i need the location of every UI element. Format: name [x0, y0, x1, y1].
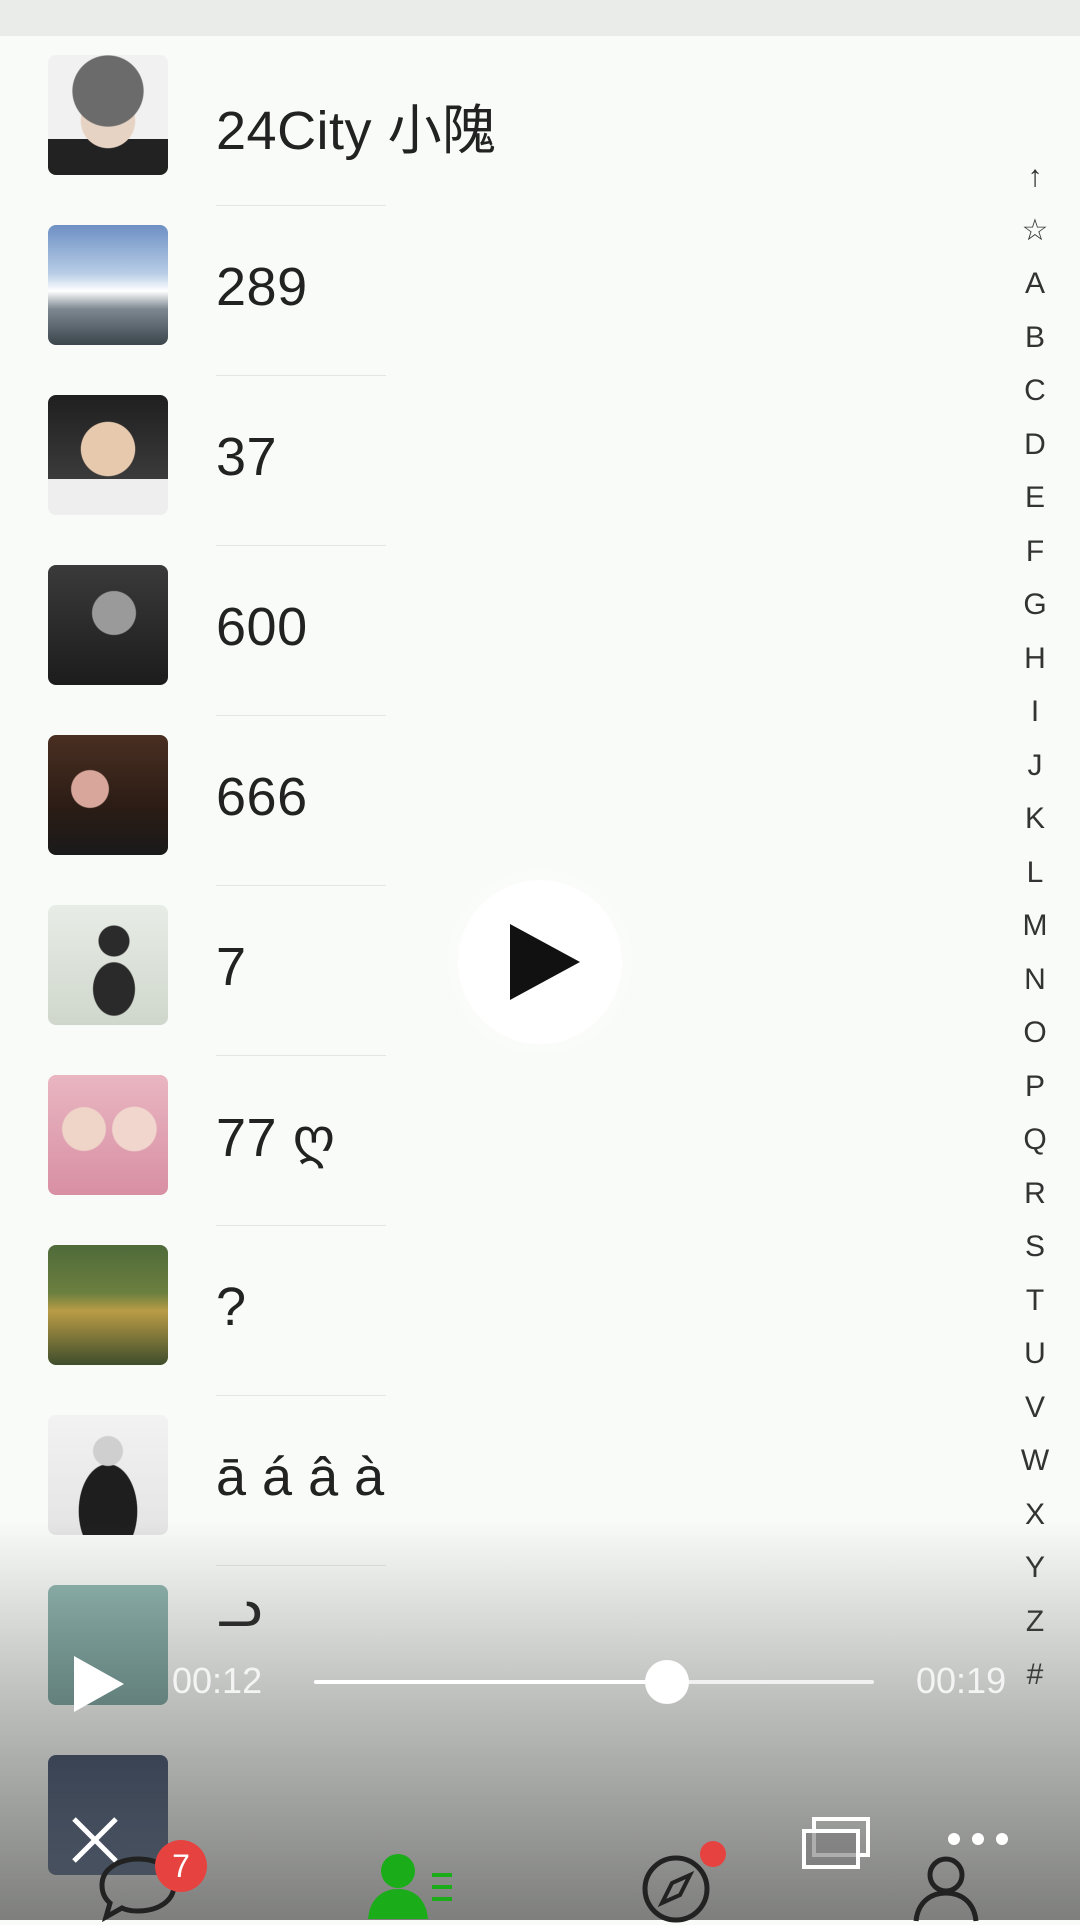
index-letter[interactable]: Q [1004, 1113, 1066, 1167]
avatar [48, 1245, 168, 1365]
avatar [48, 55, 168, 175]
index-letter[interactable]: P [1004, 1060, 1066, 1114]
play-icon [510, 924, 580, 1000]
index-letter[interactable]: C [1004, 364, 1066, 418]
index-letter[interactable]: O [1004, 1006, 1066, 1060]
index-letter[interactable]: R [1004, 1167, 1066, 1221]
window-icon[interactable] [800, 1815, 874, 1871]
index-letter[interactable]: G [1004, 578, 1066, 632]
me-icon[interactable] [910, 1853, 982, 1925]
contact-name: 37 [216, 427, 278, 487]
index-letter[interactable]: W [1004, 1434, 1066, 1488]
index-letter[interactable]: N [1004, 953, 1066, 1007]
notification-dot [700, 1841, 726, 1867]
index-letter[interactable]: F [1004, 525, 1066, 579]
index-letter[interactable]: Y [1004, 1541, 1066, 1595]
contact-name: 77 ღ [216, 1108, 336, 1168]
contact-name: 7 [216, 937, 247, 997]
contacts-icon[interactable] [366, 1851, 456, 1921]
avatar [48, 905, 168, 1025]
index-letter[interactable]: M [1004, 899, 1066, 953]
status-bar [0, 0, 1080, 36]
bottom-bar: 7 [0, 1815, 1080, 1923]
contact-row[interactable]: ? [0, 1226, 1010, 1396]
contact-name: 600 [216, 597, 308, 657]
contact-row[interactable]: 600 [0, 546, 1010, 716]
index-letter[interactable]: B [1004, 311, 1066, 365]
index-letter[interactable]: ☆ [1004, 204, 1066, 258]
index-letter[interactable]: ↑ [1004, 150, 1066, 204]
contact-row[interactable]: 289 [0, 206, 1010, 376]
index-letter[interactable]: U [1004, 1327, 1066, 1381]
contact-name: ᓗ [216, 1578, 263, 1638]
avatar [48, 225, 168, 345]
avatar [48, 565, 168, 685]
avatar [48, 395, 168, 515]
contact-name: 24City 小隗 [216, 101, 497, 161]
index-letter[interactable]: X [1004, 1488, 1066, 1542]
total-time: 00:19 [916, 1660, 1007, 1701]
discover-icon[interactable] [640, 1853, 712, 1925]
index-letter[interactable]: D [1004, 418, 1066, 472]
seek-handle[interactable] [644, 1660, 689, 1704]
index-letter[interactable]: E [1004, 471, 1066, 525]
index-letter[interactable]: L [1004, 846, 1066, 900]
seek-bar-progress [314, 1680, 667, 1684]
index-letter[interactable]: H [1004, 632, 1066, 686]
index-letter[interactable]: A [1004, 257, 1066, 311]
contact-row[interactable]: 37 [0, 376, 1010, 546]
avatar [48, 735, 168, 855]
contact-name: 666 [216, 767, 308, 827]
contact-name: ? [216, 1277, 247, 1337]
video-player-controls: 00:12 00:19 [0, 1640, 1080, 1730]
alphabet-index-bar[interactable]: ↑ ☆ A B C D E F G H I J K L M N O P Q R S T U V W X Y Z # [1004, 150, 1066, 1702]
avatar [48, 1075, 168, 1195]
index-letter[interactable]: K [1004, 792, 1066, 846]
video-play-button[interactable] [458, 880, 622, 1044]
more-icon[interactable] [946, 1831, 1010, 1847]
index-letter[interactable]: V [1004, 1381, 1066, 1435]
contact-name: ā á â à [216, 1447, 385, 1507]
contact-row[interactable]: 666 [0, 716, 1010, 886]
index-letter[interactable]: T [1004, 1274, 1066, 1328]
contact-row[interactable]: 77 ღ [0, 1056, 1010, 1226]
seek-bar[interactable] [314, 1660, 874, 1704]
unread-badge: 7 [155, 1840, 207, 1892]
current-time: 00:12 [172, 1660, 263, 1701]
avatar [48, 1415, 168, 1535]
contact-name: 289 [216, 257, 308, 317]
play-icon[interactable] [72, 1654, 126, 1714]
index-letter[interactable]: I [1004, 685, 1066, 739]
contact-row[interactable]: 24City 小隗 [0, 36, 1010, 206]
index-letter[interactable]: S [1004, 1220, 1066, 1274]
contact-row[interactable]: ā á â à [0, 1396, 1010, 1566]
index-letter[interactable]: J [1004, 739, 1066, 793]
